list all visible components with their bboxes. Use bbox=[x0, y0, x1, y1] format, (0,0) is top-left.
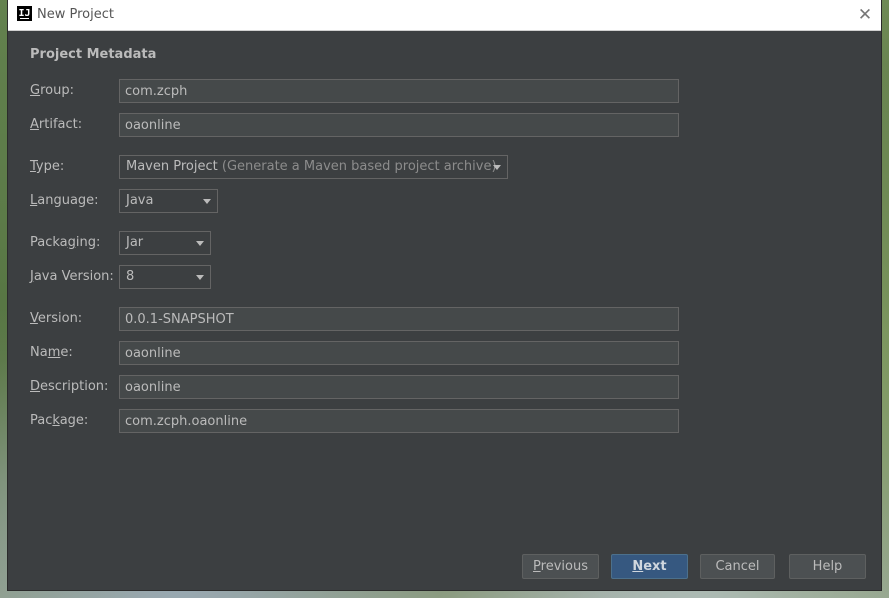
version-input[interactable] bbox=[119, 307, 679, 331]
help-button[interactable]: Help bbox=[789, 554, 866, 579]
packaging-select-value: Jar bbox=[126, 235, 144, 250]
name-input[interactable] bbox=[119, 341, 679, 365]
window-title: New Project bbox=[37, 7, 114, 22]
next-button[interactable]: Next bbox=[611, 554, 688, 579]
language-select[interactable]: Java bbox=[119, 189, 218, 213]
language-select-value: Java bbox=[126, 193, 154, 208]
java-version-select-value: 8 bbox=[126, 269, 135, 284]
cancel-button[interactable]: Cancel bbox=[700, 554, 775, 579]
chevron-down-icon bbox=[196, 241, 204, 246]
java-version-label: Java Version: bbox=[30, 269, 114, 284]
language-label: Language: bbox=[30, 193, 99, 208]
group-input[interactable] bbox=[119, 79, 679, 103]
close-icon[interactable]: ✕ bbox=[855, 5, 875, 25]
new-project-dialog: IJ New Project ✕ Project Metadata Group:… bbox=[8, 0, 881, 590]
type-select[interactable]: Maven Project (Generate a Maven based pr… bbox=[119, 155, 508, 179]
package-input[interactable] bbox=[119, 409, 679, 433]
artifact-label: Artifact: bbox=[30, 117, 83, 132]
description-input[interactable] bbox=[119, 375, 679, 399]
packaging-select[interactable]: Jar bbox=[119, 231, 211, 255]
type-select-value: Maven Project bbox=[126, 159, 218, 174]
section-title: Project Metadata bbox=[30, 47, 157, 62]
version-label: Version: bbox=[30, 311, 83, 326]
previous-button[interactable]: Previous bbox=[522, 554, 599, 579]
group-label: Group: bbox=[30, 83, 74, 98]
name-label: Name: bbox=[30, 345, 73, 360]
chevron-down-icon bbox=[493, 165, 501, 170]
chevron-down-icon bbox=[196, 275, 204, 280]
artifact-input[interactable] bbox=[119, 113, 679, 137]
type-label: Type: bbox=[30, 159, 65, 174]
intellij-app-icon: IJ bbox=[17, 6, 32, 21]
package-label: Package: bbox=[30, 413, 89, 428]
chevron-down-icon bbox=[203, 199, 211, 204]
java-version-select[interactable]: 8 bbox=[119, 265, 211, 289]
description-label: Description: bbox=[30, 379, 109, 394]
title-bar: IJ New Project ✕ bbox=[8, 0, 881, 31]
type-select-hint: (Generate a Maven based project archive) bbox=[221, 159, 497, 174]
packaging-label: Packaging: bbox=[30, 235, 101, 250]
